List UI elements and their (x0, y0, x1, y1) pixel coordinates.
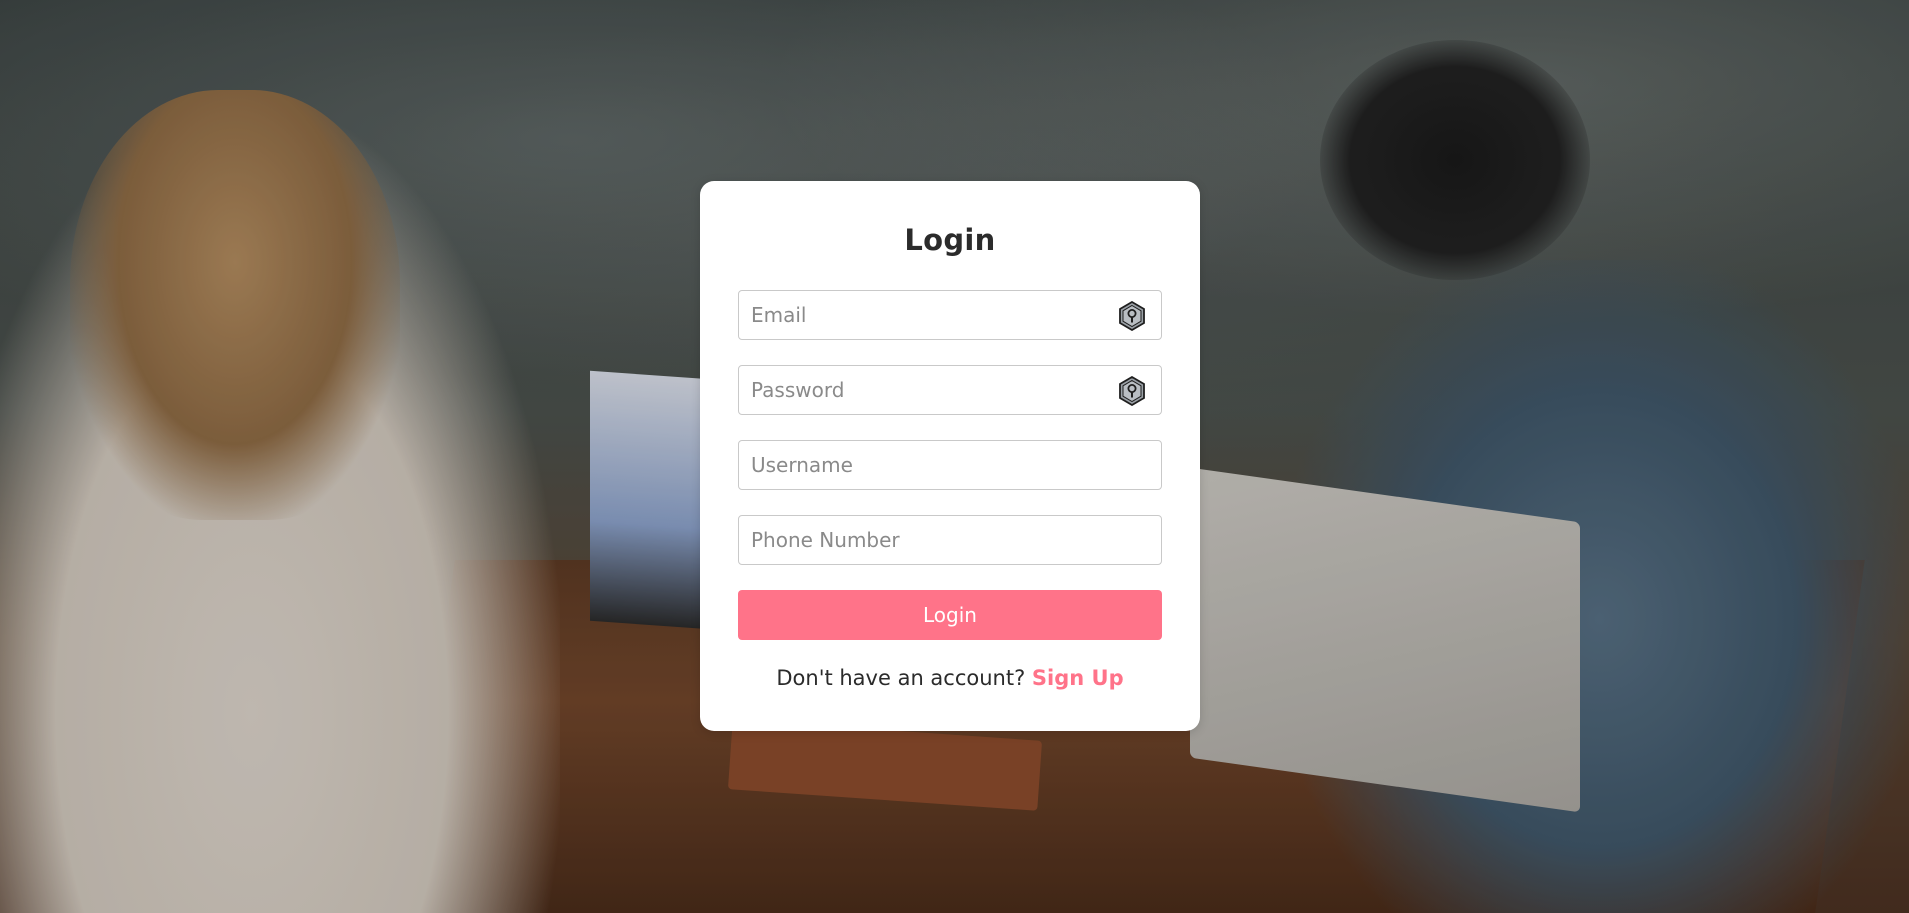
username-input[interactable] (739, 441, 1111, 489)
password-field (738, 365, 1162, 415)
username-field (738, 440, 1162, 490)
signup-link[interactable]: Sign Up (1032, 666, 1124, 690)
password-input[interactable] (739, 366, 1111, 414)
email-input[interactable] (739, 291, 1111, 339)
keyhole-hexagon-icon (1117, 375, 1147, 407)
login-title: Login (904, 223, 996, 257)
email-field (738, 290, 1162, 340)
keyhole-hexagon-icon (1117, 300, 1147, 332)
signup-prompt-text: Don't have an account? (776, 666, 1032, 690)
phone-number-field (738, 515, 1162, 565)
login-button[interactable]: Login (738, 590, 1162, 640)
login-card: Login Login Don't hav (700, 181, 1200, 731)
signup-prompt-row: Don't have an account? Sign Up (700, 666, 1200, 690)
phone-number-input[interactable] (739, 516, 1111, 564)
